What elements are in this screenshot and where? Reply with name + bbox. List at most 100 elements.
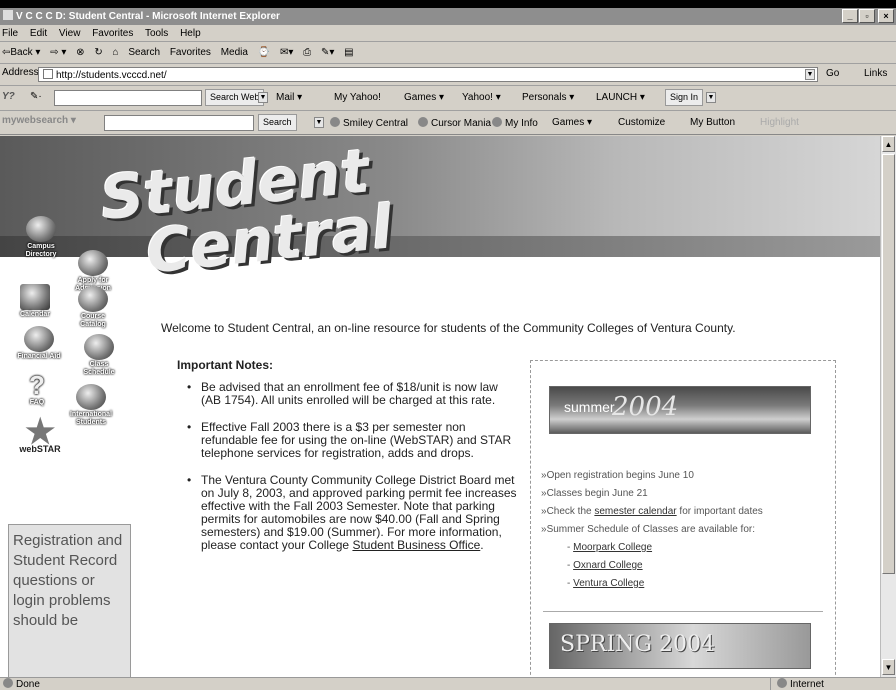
go-button[interactable]: Go [826,68,839,79]
menu-edit[interactable]: Edit [30,28,47,39]
search-web-button[interactable]: Search Web [205,89,265,106]
customize-button[interactable]: Customize [618,117,665,128]
student-business-office-link[interactable]: Student Business Office [352,538,480,552]
vertical-scrollbar[interactable]: ▲ ▼ [880,136,896,677]
mywebsearch-logo[interactable]: mywebsearch ▾ [2,115,76,126]
home-icon[interactable]: ⌂ [113,47,119,58]
list-item: Effective Fall 2003 there is a $3 per se… [175,421,520,460]
back-button[interactable]: ⇦Back ▾ [2,47,40,58]
status-bar: Done Internet [0,677,896,690]
oxnard-college-link[interactable]: Oxnard College [573,560,642,571]
scroll-thumb[interactable] [882,154,895,574]
page-done-icon [3,678,13,688]
summer-list: Open registration begins June 10 Classes… [541,467,835,593]
games-button[interactable]: Games ▾ [404,92,444,103]
cursor-mania-button[interactable]: Cursor Mania [418,117,491,129]
browser-window: V C C C D: Student Central - Microsoft I… [0,8,896,690]
menu-view[interactable]: View [59,28,81,39]
launch-button[interactable]: LAUNCH ▾ [596,92,645,103]
print-icon[interactable]: ⎙ [303,47,311,58]
ie-icon [3,10,13,20]
pen-paper-icon [78,250,108,276]
minimize-button[interactable]: _ [842,9,858,23]
mws-games-button[interactable]: Games ▾ [552,117,592,128]
yahoo-search-input[interactable] [54,90,202,106]
menu-file[interactable]: File [2,28,18,39]
cursor-icon [418,117,428,127]
course-catalog-link[interactable]: Course Catalog [70,286,116,329]
highlight-button[interactable]: Highlight [760,117,799,128]
sign-in-dropdown[interactable]: ▼ [706,92,716,103]
people-icon [26,216,56,242]
address-bar: Address http://students.vcccd.net/ ▼ Go L… [0,64,896,86]
my-info-button[interactable]: My Info [492,117,538,129]
discuss-icon[interactable]: ▤ [344,47,353,58]
notes-heading: Important Notes: [177,358,273,372]
campus-directory-link[interactable]: Campus Directory [18,216,64,259]
scroll-up-icon[interactable]: ▲ [882,136,895,152]
personals-button[interactable]: Personals ▾ [522,92,574,103]
search-web-dropdown[interactable]: ▼ [258,92,268,103]
my-button[interactable]: My Button [690,117,735,128]
smiley-central-button[interactable]: Smiley Central [330,117,408,129]
mws-search-button[interactable]: Search [258,114,297,131]
address-value: http://students.vcccd.net/ [56,70,167,81]
calendar-icon [20,284,50,310]
sign-in-button[interactable]: Sign In [665,89,704,106]
list-item: Summer Schedule of Classes are available… [541,521,835,539]
history-icon[interactable]: ⌚ [258,47,270,58]
search-button[interactable]: Search [128,47,160,58]
menu-bar: File Edit View Favorites Tools Help [0,25,896,42]
financial-aid-link[interactable]: Financial Aid [16,326,62,361]
coins-icon [24,326,54,352]
page-icon [43,69,53,79]
mws-search-dropdown[interactable]: ▼ [314,117,324,128]
ventura-college-link[interactable]: Ventura College [573,578,644,589]
address-input[interactable]: http://students.vcccd.net/ ▼ [38,67,818,82]
international-students-link[interactable]: International Students [68,384,114,427]
list-item: Be advised that an enrollment fee of $18… [175,381,520,407]
list-item: Open registration begins June 10 [541,467,835,485]
semester-calendar-link[interactable]: semester calendar [594,506,676,517]
bell-icon [84,334,114,360]
book-icon [78,286,108,312]
close-button[interactable]: × [878,9,894,23]
smiley-icon [330,117,340,127]
list-item: The Ventura County Community College Dis… [175,474,520,552]
menu-tools[interactable]: Tools [145,28,168,39]
webstar-link[interactable]: ★ webSTAR [10,415,70,454]
list-item: Ventura College [541,575,835,593]
yahoo-toolbar: Y? ✎· Search Web ▼ Mail ▾ My Yahoo! Game… [0,86,896,111]
media-button[interactable]: Media [221,47,248,58]
announcement-panel: summer2004 Open registration begins June… [530,360,836,677]
spring-2004-banner: SPRING 2004 [549,623,811,669]
yahoo-logo[interactable]: Y? [2,91,15,102]
yahoo-button[interactable]: Yahoo! ▾ [462,92,501,103]
pen-icon[interactable]: ✎· [30,91,42,102]
mywebsearch-input[interactable] [104,115,254,131]
faq-link[interactable]: ? FAQ [14,372,60,407]
moorpark-college-link[interactable]: Moorpark College [573,542,652,553]
page-content: Student Central Campus Directory Apply f… [0,136,880,677]
mail-button[interactable]: Mail ▾ [276,92,302,103]
address-dropdown[interactable]: ▼ [805,69,815,80]
scroll-down-icon[interactable]: ▼ [882,659,895,675]
maximize-button[interactable]: ▫ [859,9,875,23]
stop-icon[interactable]: ⊗ [76,47,84,58]
student-central-logo[interactable]: Student Central [97,136,396,287]
favorites-button[interactable]: Favorites [170,47,211,58]
mail-icon[interactable]: ✉▾ [280,47,293,58]
notes-list: Be advised that an enrollment fee of $18… [175,381,520,566]
mywebsearch-toolbar: mywebsearch ▾ Search ▼ Smiley Central Cu… [0,111,896,135]
edit-icon[interactable]: ✎▾ [321,47,334,58]
globe-icon [76,384,106,410]
class-schedule-link[interactable]: Class Schedule [76,334,122,377]
calendar-link[interactable]: Calendar [12,284,58,319]
links-button[interactable]: Links [864,68,887,79]
menu-favorites[interactable]: Favorites [92,28,133,39]
menu-help[interactable]: Help [180,28,201,39]
my-yahoo-button[interactable]: My Yahoo! [334,92,381,103]
refresh-icon[interactable]: ↻ [94,47,102,58]
globe-icon [777,678,787,688]
forward-button[interactable]: ⇨ ▾ [50,47,66,58]
